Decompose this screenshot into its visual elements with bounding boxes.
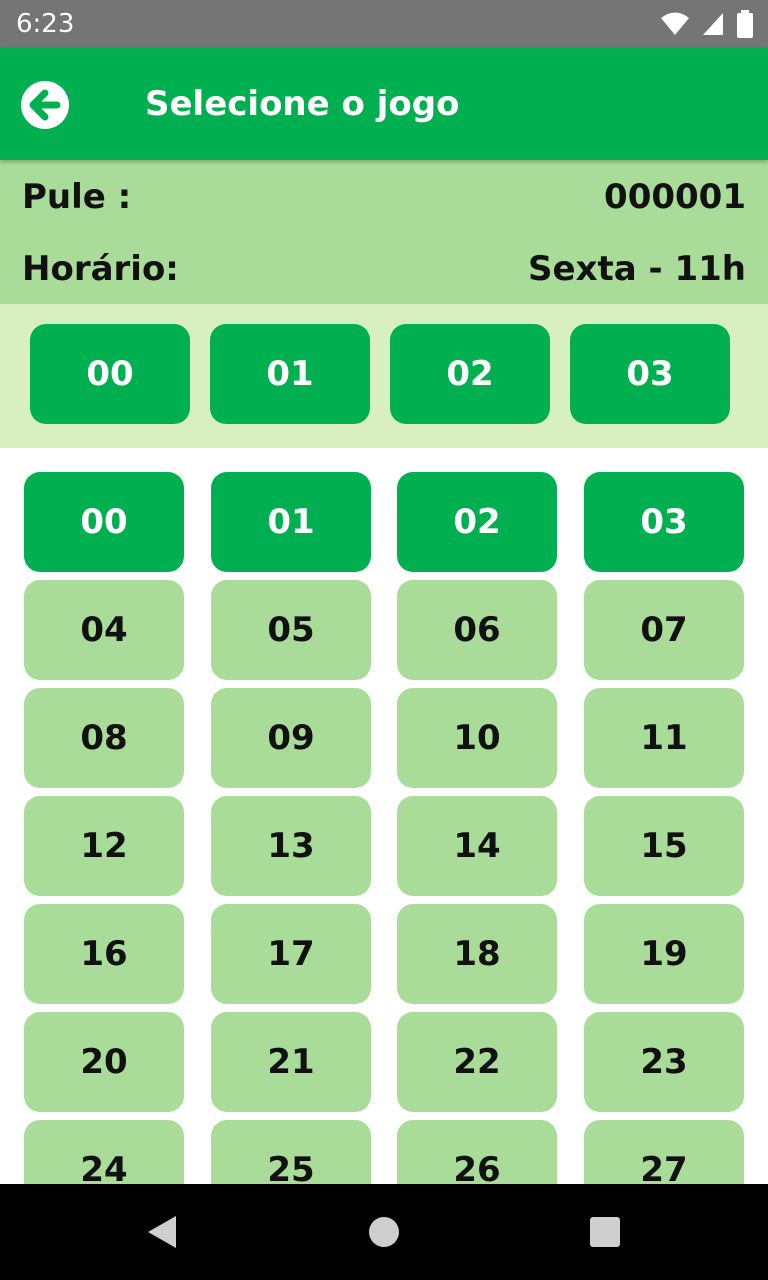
status-time: 6:23 [16, 9, 75, 39]
number-button[interactable]: 15 [584, 796, 744, 896]
number-grid[interactable]: 00 01 02 03 04 05 06 07 08 09 10 11 12 13 14 15 16 17 18 19… [0, 448, 768, 1184]
number-button[interactable]: 22 [397, 1012, 557, 1112]
number-button[interactable]: 06 [397, 580, 557, 680]
signal-icon [702, 13, 723, 35]
nav-back-button[interactable] [144, 1214, 180, 1250]
back-button[interactable] [20, 80, 70, 130]
number-button[interactable]: 18 [397, 904, 557, 1004]
number-button[interactable]: 03 [584, 472, 744, 572]
number-button[interactable]: 10 [397, 688, 557, 788]
number-button[interactable]: 19 [584, 904, 744, 1004]
number-button[interactable]: 08 [24, 688, 184, 788]
horario-row: Horário: Sexta - 11h [22, 244, 746, 294]
nav-home-button[interactable] [366, 1214, 402, 1250]
number-button[interactable]: 20 [24, 1012, 184, 1112]
status-bar: 6:23 [0, 0, 768, 48]
selected-chip[interactable]: 03 [570, 324, 730, 424]
horario-label: Horário: [22, 249, 179, 289]
number-button[interactable]: 26 [397, 1120, 557, 1184]
number-button[interactable]: 09 [211, 688, 371, 788]
battery-icon [737, 10, 753, 38]
number-button[interactable]: 17 [211, 904, 371, 1004]
app-bar: Selecione o jogo [0, 48, 768, 160]
selected-chip[interactable]: 00 [30, 324, 190, 424]
number-button[interactable]: 16 [24, 904, 184, 1004]
selected-chip[interactable]: 02 [390, 324, 550, 424]
number-button[interactable]: 23 [584, 1012, 744, 1112]
pule-row: Pule : 000001 [22, 172, 746, 222]
number-button[interactable]: 13 [211, 796, 371, 896]
info-panel: Pule : 000001 Horário: Sexta - 11h [0, 160, 768, 304]
recents-square-icon [590, 1217, 620, 1247]
selected-numbers-bar: 00 01 02 03 [0, 304, 768, 448]
number-button[interactable]: 07 [584, 580, 744, 680]
number-button[interactable]: 25 [211, 1120, 371, 1184]
horario-value: Sexta - 11h [528, 249, 746, 289]
number-button[interactable]: 01 [211, 472, 371, 572]
status-icons [654, 10, 754, 38]
home-circle-icon [369, 1217, 399, 1247]
pule-label: Pule : [22, 177, 132, 217]
selected-chip[interactable]: 01 [210, 324, 370, 424]
number-button[interactable]: 21 [211, 1012, 371, 1112]
number-button[interactable]: 14 [397, 796, 557, 896]
number-button[interactable]: 27 [584, 1120, 744, 1184]
number-button[interactable]: 02 [397, 472, 557, 572]
navigation-bar [0, 1184, 768, 1280]
number-button[interactable]: 24 [24, 1120, 184, 1184]
nav-recents-button[interactable] [587, 1214, 623, 1250]
number-button[interactable]: 04 [24, 580, 184, 680]
wifi-icon [660, 12, 689, 35]
arrow-left-icon [21, 81, 69, 129]
number-button[interactable]: 05 [211, 580, 371, 680]
number-button[interactable]: 00 [24, 472, 184, 572]
pule-value: 000001 [604, 177, 746, 217]
page-title: Selecione o jogo [145, 84, 460, 124]
number-button[interactable]: 11 [584, 688, 744, 788]
back-triangle-icon [148, 1216, 176, 1248]
number-button[interactable]: 12 [24, 796, 184, 896]
